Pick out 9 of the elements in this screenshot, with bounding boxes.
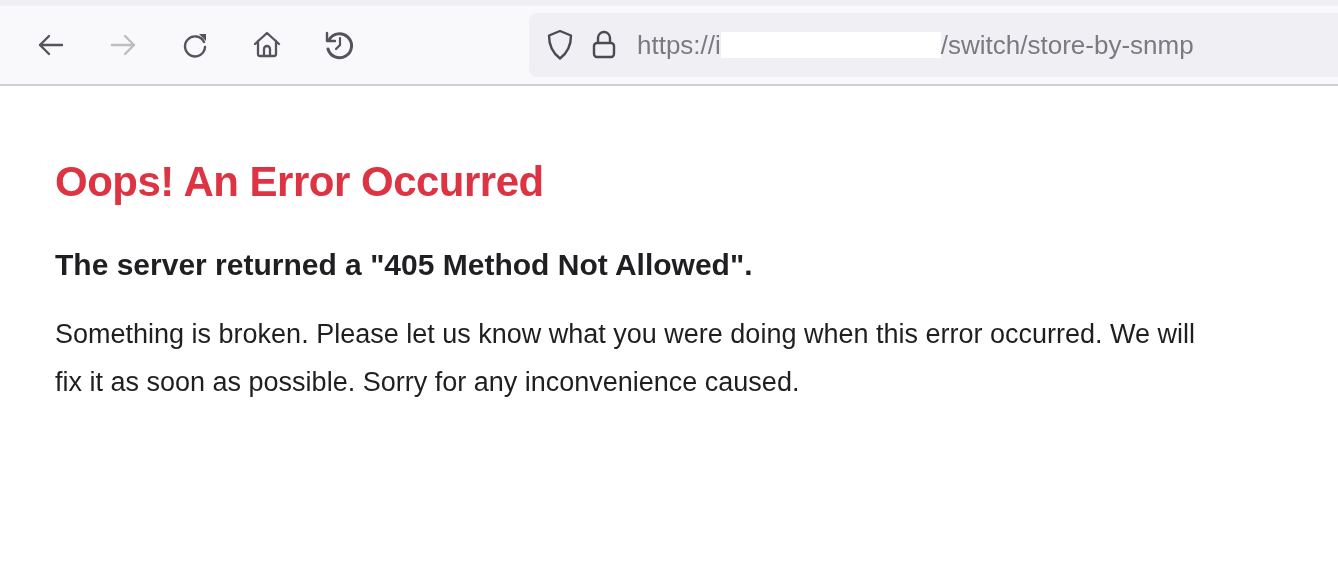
url-text: /switch/store-by-snmp: [940, 29, 1194, 61]
history-clock-icon: [324, 30, 354, 60]
home-icon: [252, 30, 282, 60]
url-text: https://i: [637, 29, 721, 61]
address-bar[interactable]: https://i /switch/store-by-snmp: [529, 13, 1338, 77]
error-title: Oops! An Error Occurred: [55, 158, 545, 206]
error-subtitle: The server returned a "405 Method Not Allowed".: [55, 248, 754, 282]
error-message: Something is broken. Please let us know what you were doing when this error occurred. We will fix it as soon as possible. Sorry for any inconvenience caused.: [55, 318, 1197, 399]
shield-icon: [545, 28, 575, 62]
